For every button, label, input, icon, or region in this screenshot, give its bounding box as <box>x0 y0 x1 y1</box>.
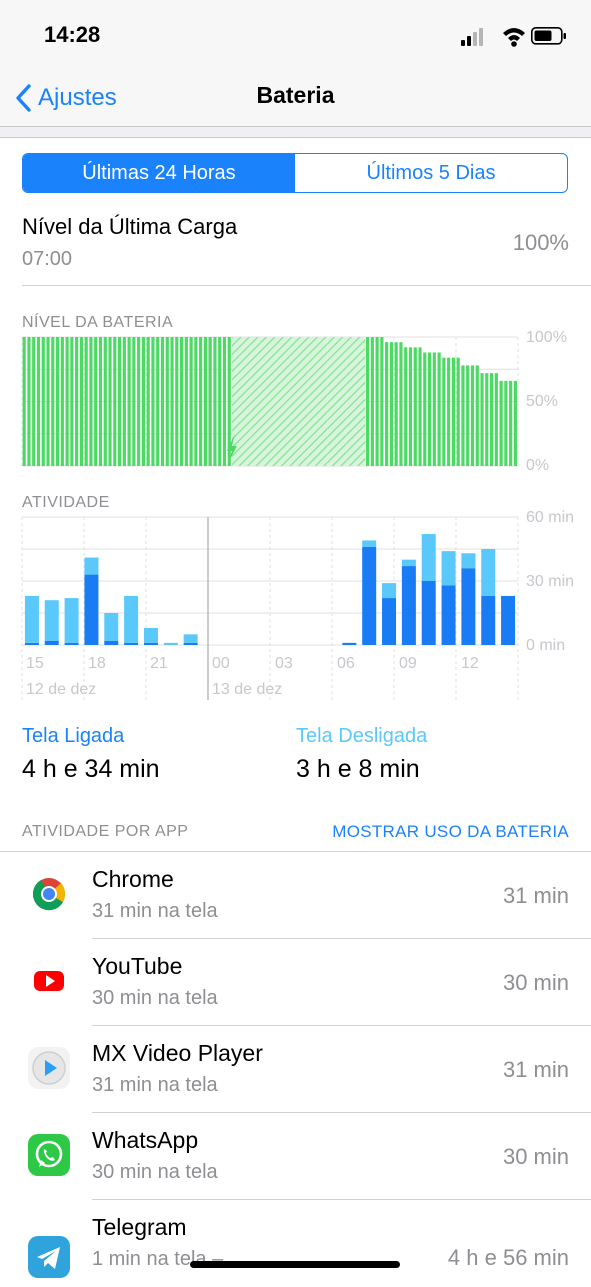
app-name: YouTube <box>92 953 183 979</box>
activity-bar-screen-on <box>342 642 357 645</box>
screen-on-label: Tela Ligada <box>22 725 125 747</box>
activity-bar-screen-on <box>143 642 158 645</box>
show-battery-usage-button[interactable]: MOSTRAR USO DA BATERIA <box>332 822 569 842</box>
activity-axis-0: 0 min <box>526 637 566 654</box>
x-tick: 15 <box>26 655 44 672</box>
activity-bar-screen-on <box>24 642 39 645</box>
x-tick: 03 <box>275 655 293 672</box>
x-tick: 21 <box>150 655 168 672</box>
activity-bar-screen-on <box>481 595 496 645</box>
activity-bar-screen-on <box>44 640 59 645</box>
mx-player-icon <box>28 1047 70 1089</box>
x-tick: 12 <box>461 655 479 672</box>
activity-bar-screen-off <box>163 642 178 645</box>
screen-on-value: 4 h e 34 min <box>22 755 160 783</box>
activity-bar-screen-on <box>64 642 79 645</box>
app-row-youtube[interactable]: YouTube 30 min na tela 30 min <box>0 939 591 1026</box>
app-usage-time: 4 h e 56 min <box>447 1245 569 1270</box>
app-screen-time: 30 min na tela <box>92 1161 218 1183</box>
activity-bar-screen-on <box>401 566 416 645</box>
x-tick: 00 <box>212 655 230 672</box>
activity-bar-screen-off <box>461 553 476 569</box>
activity-chart <box>21 516 519 700</box>
activity-bar-screen-on <box>421 581 436 645</box>
activity-bar-screen-on <box>501 595 516 645</box>
activity-bar-screen-on <box>382 598 397 645</box>
activity-axis-60: 60 min <box>526 509 575 526</box>
activity-bar-screen-off <box>124 595 139 643</box>
home-indicator[interactable] <box>190 1261 400 1268</box>
app-screen-time: 31 min na tela <box>92 900 218 922</box>
telegram-icon <box>28 1236 70 1278</box>
activity-bar-screen-on <box>104 640 119 645</box>
app-name: WhatsApp <box>92 1127 199 1153</box>
app-screen-time: 30 min na tela <box>92 987 218 1009</box>
activity-bar-screen-on <box>124 642 139 645</box>
app-usage-time: 30 min <box>502 1144 569 1169</box>
activity-bar-screen-on <box>84 574 99 645</box>
date-label: 12 de dez <box>26 681 97 698</box>
app-screen-time: 31 min na tela <box>92 1074 218 1096</box>
activity-bar-screen-off <box>382 583 397 599</box>
activity-bar-screen-off <box>401 559 416 567</box>
activity-bar-screen-off <box>44 600 59 641</box>
activity-axis-30: 30 min <box>526 573 575 590</box>
activity-bar-screen-off <box>64 598 79 643</box>
screen-off-label: Tela Desligada <box>296 725 428 747</box>
app-usage-time: 31 min <box>502 1057 569 1082</box>
app-name: MX Video Player <box>92 1040 263 1066</box>
activity-by-app-label: ATIVIDADE POR APP <box>22 823 189 840</box>
app-row-whatsapp[interactable]: WhatsApp 30 min na tela 30 min <box>0 1113 591 1200</box>
screen-off-value: 3 h e 8 min <box>296 755 420 783</box>
activity-bar-screen-on <box>461 568 476 645</box>
app-row-telegram[interactable]: Telegram 1 min na tela – 4 h e 56 min <box>0 1200 591 1287</box>
app-usage-time: 31 min <box>502 883 569 908</box>
activity-bar-screen-off <box>183 634 198 643</box>
app-name: Chrome <box>92 866 174 892</box>
whatsapp-icon <box>28 1134 70 1176</box>
x-tick: 18 <box>88 655 106 672</box>
app-row-mx-video-player[interactable]: MX Video Player 31 min na tela 31 min <box>0 1026 591 1113</box>
app-name: Telegram <box>92 1214 187 1240</box>
app-row-chrome[interactable]: Chrome 31 min na tela 31 min <box>0 852 591 939</box>
activity-bar-screen-off <box>441 551 456 586</box>
activity-bar-screen-on <box>362 546 377 645</box>
youtube-icon <box>28 960 70 1002</box>
activity-bar-screen-off <box>481 549 496 596</box>
activity-bar-screen-off <box>143 627 158 643</box>
app-usage-time: 30 min <box>502 970 569 995</box>
x-tick: 09 <box>399 655 417 672</box>
activity-bar-screen-on <box>441 585 456 645</box>
date-label: 13 de dez <box>212 681 283 698</box>
activity-bar-screen-off <box>24 595 39 643</box>
activity-bar-screen-off <box>104 613 119 641</box>
activity-bar-screen-off <box>84 557 99 575</box>
x-tick: 06 <box>337 655 355 672</box>
activity-bar-screen-on <box>183 642 198 645</box>
chrome-icon <box>28 873 70 915</box>
activity-bar-screen-off <box>421 534 436 581</box>
activity-bar-screen-off <box>362 540 377 547</box>
